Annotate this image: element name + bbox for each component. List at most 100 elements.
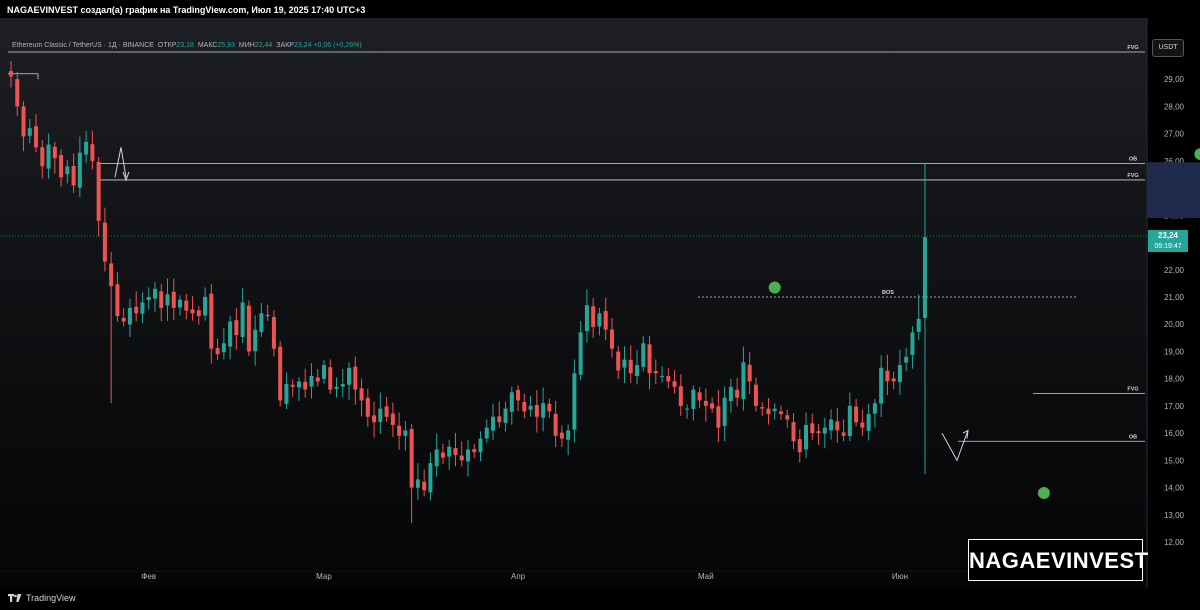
candle-body (691, 389, 696, 409)
candle-body (121, 317, 126, 322)
candle-body (541, 403, 546, 418)
candle-body (309, 375, 314, 387)
symbol-name[interactable]: Ethereum Classic / TetherUS · 1Д · BINAN… (12, 42, 154, 49)
x-tick-label: Фев (141, 572, 156, 581)
candle-body (872, 403, 877, 414)
candle-body (641, 343, 646, 367)
candle-body (40, 147, 45, 167)
price-zone-highlight (1147, 162, 1200, 219)
pivot-marker (768, 281, 781, 294)
y-tick-label: 29,00 (1164, 75, 1185, 84)
candle-body (772, 408, 777, 412)
currency-button[interactable]: USDT (1152, 39, 1184, 57)
level-label: FVG (1127, 387, 1138, 393)
candle-body (778, 411, 783, 415)
candle-body (816, 431, 821, 434)
candle-body (672, 381, 677, 387)
level-label: FVG (1127, 173, 1138, 179)
close-label: ЗАКР (276, 42, 294, 49)
candle-body (265, 314, 270, 317)
candle-body (96, 161, 101, 221)
candle-body (465, 449, 470, 462)
candle-body (522, 401, 527, 412)
candle-body (165, 294, 170, 306)
x-tick-label: Мар (316, 572, 332, 581)
candle-body (152, 288, 157, 299)
footer-bar: TradingView (0, 588, 1200, 610)
candle-body (591, 306, 596, 327)
candle-body (497, 416, 502, 423)
candle-body (628, 359, 633, 374)
candle-body (635, 365, 639, 377)
close-value: 23,24 (293, 42, 312, 49)
candle-body (71, 165, 76, 186)
level-label: OB (1129, 434, 1137, 440)
symbol-legend: Ethereum Classic / TetherUS · 1Д · BINAN… (12, 42, 362, 49)
candle-body (296, 381, 301, 388)
candle-body (835, 421, 840, 431)
candle-body (228, 321, 233, 347)
low-value: 22,44 (254, 42, 273, 49)
tradingview-logo-text: TradingView (26, 593, 76, 603)
zigzag-arrow-top (114, 147, 127, 178)
candle-body (434, 449, 439, 467)
candle-body (453, 448, 458, 455)
candle-body (178, 299, 183, 308)
candle-body (84, 141, 89, 155)
tradingview-logo[interactable]: TradingView (8, 593, 76, 603)
candle-body (666, 376, 671, 382)
candle-body (904, 356, 909, 363)
candle-body (9, 71, 13, 77)
y-tick-label: 14,00 (1164, 484, 1185, 493)
chart-area[interactable]: 30,0029,0028,0027,0026,0025,0024,0023,00… (0, 18, 1200, 588)
candle-body (347, 367, 352, 385)
high-value: 25,93 (217, 42, 235, 49)
candle-body (109, 263, 114, 287)
change-value: +0,06 (+0,26%) (313, 42, 362, 49)
candle-body (365, 397, 370, 417)
candle-body (478, 438, 483, 453)
candle-body (196, 310, 201, 317)
candle-body (804, 424, 809, 450)
y-tick-label: 12,00 (1164, 538, 1185, 547)
y-tick-label: 13,00 (1164, 511, 1185, 520)
candle-body (697, 392, 702, 401)
candle-body (215, 348, 220, 355)
candle-body (15, 79, 20, 107)
candle-body (65, 166, 70, 175)
candle-body (409, 428, 414, 488)
candle-body (77, 152, 82, 188)
candle-body (234, 320, 239, 336)
candle-body (897, 365, 902, 383)
candle-body (146, 297, 151, 301)
candle-body (572, 373, 577, 430)
y-tick-label: 28,00 (1164, 102, 1185, 111)
candle-body (459, 455, 464, 461)
candle-body (159, 291, 164, 308)
candle-body (653, 371, 658, 374)
candle-body (171, 291, 176, 308)
candle-body (209, 293, 214, 349)
y-tick-label: 17,00 (1164, 402, 1185, 411)
candle-body (59, 154, 64, 178)
candle-body (447, 446, 452, 457)
x-tick-label: Июн (892, 572, 908, 581)
candle-body (440, 452, 445, 458)
candle-body (52, 146, 57, 159)
candle-body (760, 407, 765, 409)
candle-body (916, 318, 921, 332)
y-tick-label: 16,00 (1164, 429, 1185, 438)
y-tick-label: 27,00 (1164, 130, 1185, 139)
candle-body (922, 237, 927, 318)
candle-body (710, 403, 715, 409)
candle-body (735, 389, 740, 398)
candle-body (578, 332, 583, 375)
candle-body (722, 397, 727, 426)
candle-body (278, 346, 283, 401)
zigzag-arrow-bottom (941, 430, 969, 462)
candle-body (703, 400, 708, 406)
open-value: 23,18 (176, 42, 194, 49)
candle-body (315, 377, 320, 382)
candlestick-chart[interactable]: 30,0029,0028,0027,0026,0025,0024,0023,00… (0, 18, 1200, 588)
candle-body (622, 359, 627, 368)
